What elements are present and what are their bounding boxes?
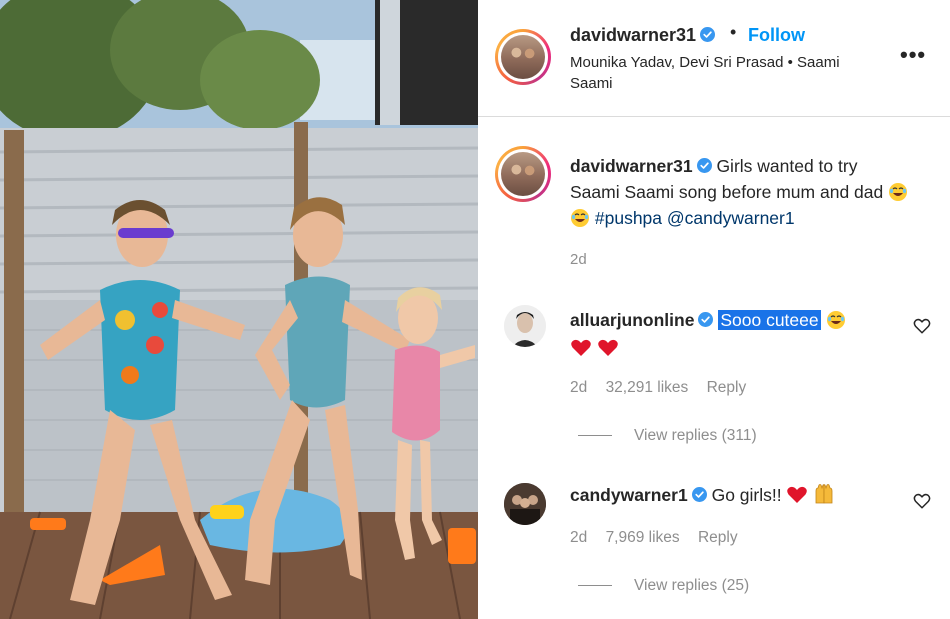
caption-timestamp[interactable]: 2d xyxy=(570,251,587,268)
comment-meta: 2d 7,969 likes Reply xyxy=(570,529,752,547)
commenter-avatar[interactable] xyxy=(504,305,546,347)
reply-button[interactable]: Reply xyxy=(698,529,738,546)
author-username-link[interactable]: davidwarner31 xyxy=(570,25,716,46)
follow-button[interactable]: Follow xyxy=(748,25,805,46)
commenter-avatar[interactable] xyxy=(504,483,546,525)
verified-badge-icon xyxy=(698,312,714,327)
comment-text-block: alluarjunonline Sooo cuteee xyxy=(570,306,910,362)
red-heart-emoji-icon xyxy=(571,339,591,356)
more-options-icon[interactable]: ••• xyxy=(900,42,926,68)
view-replies-button[interactable]: View replies (25) xyxy=(578,577,749,595)
laughing-emoji-icon xyxy=(826,311,845,329)
replies-line xyxy=(578,585,612,587)
raised-hands-emoji-icon xyxy=(815,484,833,504)
comment-text: Go girls!! xyxy=(711,485,782,505)
red-heart-emoji-icon xyxy=(598,339,618,356)
view-replies-button[interactable]: View replies (311) xyxy=(578,427,757,445)
header-divider xyxy=(478,116,950,117)
comment-likes[interactable]: 7,969 likes xyxy=(606,529,680,546)
video-frame-image xyxy=(0,0,478,619)
comment-text: Sooo cuteee xyxy=(718,310,821,330)
header-separator: • xyxy=(730,22,737,42)
commenter-avatar-image xyxy=(504,483,546,525)
caption: davidwarner31 Girls wanted to try Saami … xyxy=(570,153,910,231)
comment-meta: 2d 32,291 likes Reply xyxy=(570,379,760,397)
commenter-avatar-image xyxy=(504,305,546,347)
post-media[interactable] xyxy=(0,0,478,619)
view-replies-label[interactable]: View replies (25) xyxy=(634,577,749,594)
hashtag-link[interactable]: #pushpa xyxy=(595,208,662,228)
post-details-panel: davidwarner31 • Follow Mounika Yadav, De… xyxy=(478,0,950,619)
red-heart-emoji-icon xyxy=(787,486,808,503)
verified-badge-icon xyxy=(700,27,716,42)
caption-username[interactable]: davidwarner31 xyxy=(570,156,693,176)
like-comment-heart-icon[interactable] xyxy=(913,317,931,335)
laughing-emoji-icon xyxy=(571,209,589,227)
replies-line xyxy=(578,435,612,437)
author-avatar[interactable] xyxy=(495,29,551,85)
comment-username[interactable]: alluarjunonline xyxy=(570,310,694,330)
audio-attribution[interactable]: Mounika Yadav, Devi Sri Prasad • Saami S… xyxy=(570,52,870,94)
laughing-emoji-icon xyxy=(889,183,908,201)
comment-timestamp[interactable]: 2d xyxy=(570,529,587,546)
view-replies-label[interactable]: View replies (311) xyxy=(634,427,757,444)
comment-timestamp[interactable]: 2d xyxy=(570,379,587,396)
reply-button[interactable]: Reply xyxy=(707,379,747,396)
comment-likes[interactable]: 32,291 likes xyxy=(606,379,689,396)
mention-link[interactable]: @candywarner1 xyxy=(667,208,795,228)
comment-username[interactable]: candywarner1 xyxy=(570,485,688,505)
comment-text-block: candywarner1 Go girls!! xyxy=(570,481,910,509)
verified-badge-icon xyxy=(696,158,712,173)
verified-badge-icon xyxy=(691,487,707,502)
like-comment-heart-icon[interactable] xyxy=(913,492,931,510)
caption-author-avatar[interactable] xyxy=(495,146,551,202)
author-username[interactable]: davidwarner31 xyxy=(570,25,696,45)
